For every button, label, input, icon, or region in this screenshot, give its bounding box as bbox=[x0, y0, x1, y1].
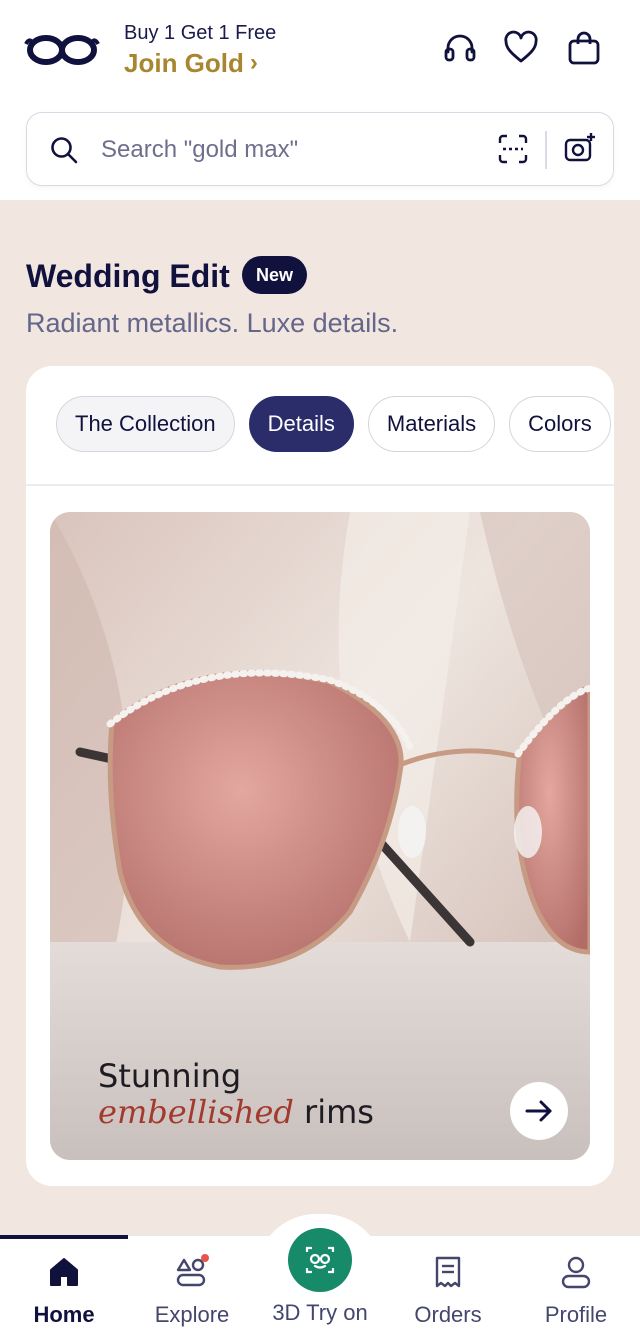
nav-profile[interactable]: Profile bbox=[512, 1254, 640, 1328]
bottom-navigation: Home Explore 3D Try on Orders Profile bbox=[0, 1214, 640, 1337]
nav-label-3d-try-on[interactable]: 3D Try on bbox=[256, 1300, 384, 1326]
profile-icon bbox=[561, 1256, 591, 1289]
join-gold-label: Join Gold bbox=[124, 48, 244, 78]
scan-icon[interactable] bbox=[497, 133, 529, 165]
promo-offer-text: Buy 1 Get 1 Free bbox=[124, 22, 277, 44]
app-header: Buy 1 Get 1 Free Join Gold › Search "gol… bbox=[0, 0, 640, 200]
nav-3d-try-on[interactable] bbox=[288, 1228, 352, 1292]
caption-line1: Stunning bbox=[98, 1057, 242, 1095]
new-badge: New bbox=[242, 256, 308, 294]
tab-details[interactable]: Details bbox=[248, 396, 354, 452]
headset-icon[interactable] bbox=[442, 30, 478, 66]
section-title: Wedding Edit bbox=[26, 258, 230, 294]
wedding-edit-section: Wedding Edit New Radiant metallics. Luxe… bbox=[0, 200, 640, 1235]
search-icon bbox=[51, 137, 78, 164]
caption-line2: embellished rims bbox=[98, 1094, 374, 1130]
nav-label-orders: Orders bbox=[414, 1302, 482, 1327]
hero-banner[interactable]: Stunning embellished rims bbox=[50, 512, 590, 1160]
hero-caption: Stunning embellished rims bbox=[98, 1058, 374, 1130]
active-indicator bbox=[0, 1235, 128, 1239]
search-bar[interactable]: Search "gold max" bbox=[26, 112, 614, 186]
collection-card: The Collection Details Materials Colors bbox=[26, 366, 614, 1186]
explore-icon bbox=[176, 1254, 209, 1287]
caption-emphasis: embellished bbox=[98, 1093, 294, 1131]
nav-label-home: Home bbox=[33, 1302, 95, 1327]
caption-rest: rims bbox=[293, 1093, 374, 1131]
nav-label-profile: Profile bbox=[544, 1302, 608, 1327]
arrow-right-icon bbox=[525, 1100, 552, 1122]
nav-label-explore: Explore bbox=[154, 1302, 230, 1327]
home-icon bbox=[50, 1258, 78, 1286]
glasses-face-icon bbox=[305, 1246, 335, 1274]
nav-orders[interactable]: Orders bbox=[384, 1254, 512, 1328]
gold-promo[interactable]: Buy 1 Get 1 Free Join Gold › bbox=[124, 20, 276, 80]
tabs-divider bbox=[26, 484, 614, 486]
chevron-right-icon: › bbox=[249, 49, 258, 76]
orders-icon bbox=[435, 1256, 461, 1288]
section-subtitle: Radiant metallics. Luxe details. bbox=[26, 308, 399, 338]
tab-the-collection[interactable]: The Collection bbox=[56, 396, 235, 452]
tab-materials[interactable]: Materials bbox=[367, 396, 496, 452]
hero-arrow-button[interactable] bbox=[510, 1082, 568, 1140]
join-gold-link[interactable]: Join Gold › bbox=[124, 46, 276, 80]
camera-icon[interactable] bbox=[563, 131, 597, 165]
nav-explore[interactable]: Explore bbox=[128, 1254, 256, 1328]
nav-home[interactable]: Home bbox=[0, 1254, 128, 1328]
search-input[interactable]: Search "gold max" bbox=[101, 135, 298, 165]
tab-bar: The Collection Details Materials Colors bbox=[56, 396, 611, 452]
search-divider bbox=[545, 131, 547, 169]
bag-icon[interactable] bbox=[566, 30, 602, 66]
heart-icon[interactable] bbox=[503, 30, 539, 66]
tab-colors[interactable]: Colors bbox=[509, 396, 611, 452]
brand-logo[interactable] bbox=[24, 32, 100, 68]
